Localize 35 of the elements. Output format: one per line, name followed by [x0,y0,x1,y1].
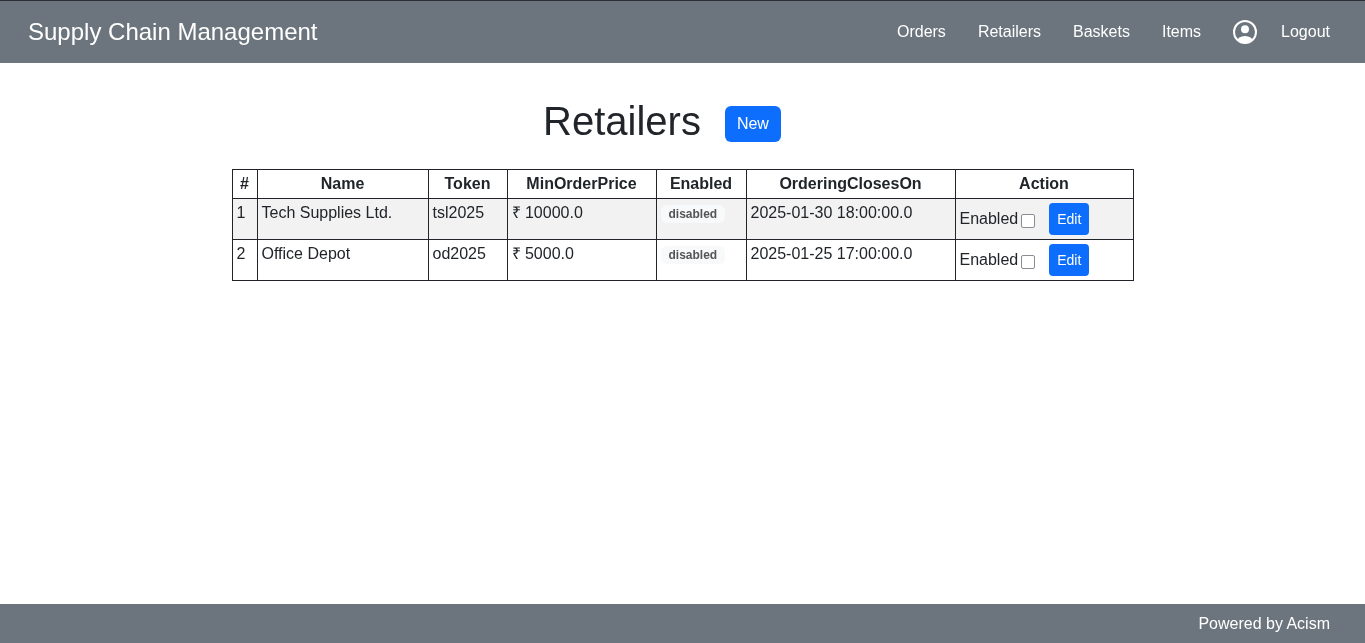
column-header: MinOrderPrice [507,169,656,199]
table-cell: ₹ 5000.0 [507,239,656,281]
user-icon[interactable] [1233,20,1258,44]
table-cell: Office Depot [257,239,428,281]
table-cell: 1 [232,198,257,240]
edit-button[interactable]: Edit [1049,203,1090,235]
column-header: OrderingClosesOn [746,169,955,199]
column-header: Action [955,169,1133,199]
brand-link[interactable]: Supply Chain Management [28,17,318,47]
table-cell: Tech Supplies Ltd. [257,198,428,240]
table-cell: 2 [232,239,257,281]
nav-link[interactable]: Retailers [961,20,1057,44]
edit-button[interactable]: Edit [1049,244,1090,276]
checkbox-label: Enabled [959,209,1019,229]
column-header: Token [428,169,507,199]
footer-text: Powered by Acism [1198,613,1330,634]
table-cell: od2025 [428,239,507,281]
table-cell: 2025-01-30 18:00:00.0 [746,198,955,240]
nav-link[interactable]: Baskets [1057,20,1146,44]
checkbox-label: Enabled [959,250,1019,270]
nav-link[interactable]: Items [1145,20,1218,44]
logout-link[interactable]: Logout [1265,20,1330,44]
column-header: Name [257,169,428,199]
page-title: Retailers [543,98,701,145]
column-header: Enabled [656,169,746,199]
status-badge: disabled [660,246,726,264]
checkbox[interactable] [1021,254,1036,269]
table-cell: tsl2025 [428,198,507,240]
nav-link[interactable]: Orders [880,20,962,44]
new-button[interactable]: New [724,106,781,142]
table-cell: ₹ 10000.0 [507,198,656,240]
table-cell: 2025-01-25 17:00:00.0 [746,239,955,281]
column-header: # [232,169,257,199]
checkbox[interactable] [1021,213,1036,228]
status-badge: disabled [660,205,726,223]
